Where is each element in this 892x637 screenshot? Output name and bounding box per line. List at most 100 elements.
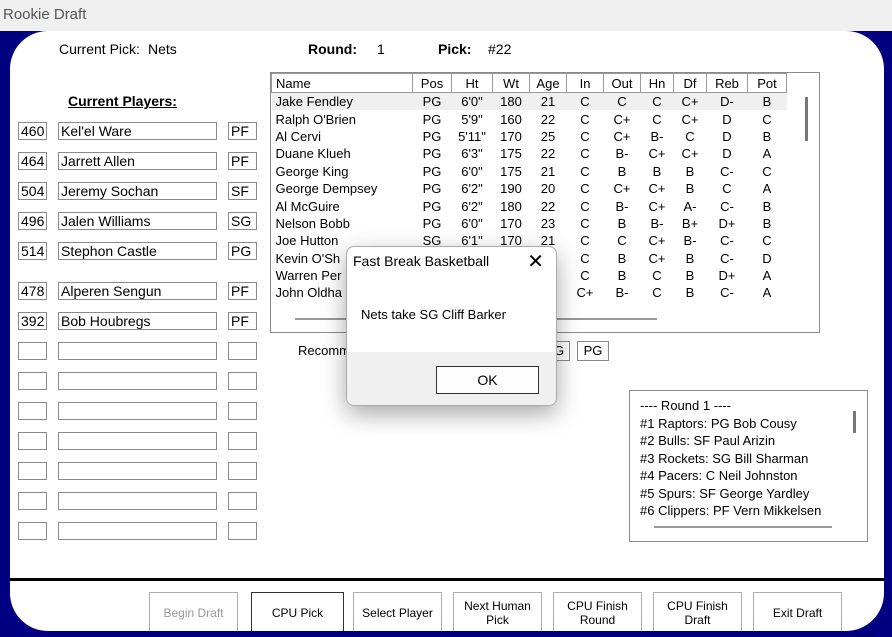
- empty-rating-slot: [18, 432, 47, 450]
- cell-pos: PG: [422, 163, 442, 179]
- current-pick-label: Current Pick:: [59, 41, 140, 57]
- exit-draft-button[interactable]: Exit Draft: [753, 592, 842, 631]
- column-header-pot[interactable]: Pot: [747, 73, 787, 93]
- draft-log-vertical-scrollbar[interactable]: [853, 411, 856, 433]
- cpu-finish-draft-button[interactable]: CPU Finish Draft: [653, 592, 742, 631]
- column-header-pos[interactable]: Pos: [412, 73, 452, 93]
- player-name[interactable]: Jeremy Sochan: [58, 182, 217, 200]
- player-name[interactable]: Stephon Castle: [58, 242, 217, 260]
- cell-ht: 6'2": [461, 198, 483, 214]
- draft-log-line: #4 Pacers: C Neil Johnston: [640, 468, 798, 483]
- player-name[interactable]: Bob Houbregs: [58, 312, 217, 330]
- cell-ht: 5'11": [458, 128, 486, 144]
- cell-hn: C: [652, 268, 662, 284]
- recommend-position-button-pg[interactable]: PG: [577, 341, 609, 361]
- empty-player-slot[interactable]: [58, 342, 217, 360]
- column-header-df[interactable]: Df: [673, 73, 707, 93]
- draft-pool-row[interactable]: George King PG 6'0" 175 21 C B B B C- C: [272, 163, 787, 180]
- cell-reb: C-: [720, 198, 734, 214]
- cell-pos: PG: [422, 215, 442, 231]
- draft-pool-row[interactable]: Duane Klueh PG 6'3" 175 22 C B- C+ C+ D A: [272, 145, 787, 162]
- cell-hn: C: [652, 111, 662, 127]
- cell-in: C: [580, 94, 590, 110]
- column-header-wt[interactable]: Wt: [492, 73, 530, 93]
- cell-pot: B: [762, 198, 772, 214]
- draft-pool-row[interactable]: Ralph O'Brien PG 5'9" 160 22 C C+ C C+ D C: [272, 110, 787, 127]
- column-header-age[interactable]: Age: [529, 73, 567, 93]
- empty-position-slot: [228, 402, 257, 420]
- column-header-out[interactable]: Out: [603, 73, 641, 93]
- cell-ht: 6'2": [461, 181, 483, 197]
- empty-player-slot[interactable]: [58, 372, 217, 390]
- player-rating: 504: [18, 182, 47, 200]
- player-rating: 478: [18, 282, 47, 300]
- cell-reb: C-: [720, 250, 734, 266]
- draft-log-listbox[interactable]: ---- Round 1 ---- #1 Raptors: PG Bob Cous…: [629, 390, 868, 542]
- player-name[interactable]: Jalen Williams: [58, 212, 217, 230]
- cell-out: C: [617, 94, 627, 110]
- select-player-button[interactable]: Select Player: [353, 592, 442, 631]
- empty-player-slot[interactable]: [58, 462, 217, 480]
- column-header-in[interactable]: In: [566, 73, 604, 93]
- cell-reb: C-: [720, 163, 734, 179]
- cell-wt: 170: [500, 215, 522, 231]
- cell-pot: A: [762, 285, 772, 301]
- close-icon[interactable]: ✕: [527, 249, 544, 274]
- draft-pool-row[interactable]: George Dempsey PG 6'2" 190 20 C C+ C+ B C A: [272, 180, 787, 197]
- cell-age: 21: [540, 94, 556, 110]
- cell-name: Al Cervi: [275, 128, 322, 144]
- draft-pool-vertical-scrollbar[interactable]: [805, 97, 808, 141]
- cell-ht: 5'9": [461, 111, 483, 127]
- cell-name: Al McGuire: [275, 198, 340, 214]
- cell-reb: D: [722, 146, 732, 162]
- ok-button[interactable]: OK: [436, 366, 539, 394]
- cell-hn: C+: [648, 146, 666, 162]
- cell-df: B+: [681, 215, 699, 231]
- cell-in: C: [580, 128, 590, 144]
- column-header-reb[interactable]: Reb: [706, 73, 748, 93]
- draft-log-horizontal-scrollbar[interactable]: [654, 526, 832, 528]
- column-header-name[interactable]: Name: [271, 73, 413, 93]
- cell-out: C+: [613, 111, 631, 127]
- cell-pos: PG: [422, 146, 442, 162]
- button-bar-divider: [10, 578, 884, 581]
- next-human-pick-button[interactable]: Next Human Pick: [453, 592, 542, 631]
- cell-pot: C: [762, 163, 772, 179]
- cell-in: C+: [576, 285, 594, 301]
- player-name[interactable]: Kel'el Ware: [58, 122, 217, 140]
- player-name[interactable]: Alperen Sengun: [58, 282, 217, 300]
- cell-name: Duane Klueh: [275, 146, 351, 162]
- draft-pool-row[interactable]: Jake Fendley PG 6'0" 180 21 C C C C+ D- B: [271, 92, 787, 111]
- cell-df: B-: [683, 233, 697, 249]
- cell-reb: D+: [718, 215, 736, 231]
- cell-age: 22: [540, 146, 556, 162]
- cell-out: B-: [615, 146, 629, 162]
- cell-hn: C+: [648, 233, 666, 249]
- pick-value: #22: [488, 41, 512, 57]
- draft-pool-row[interactable]: Al Cervi PG 5'11" 170 25 C C+ B- C D B: [272, 128, 787, 145]
- player-name[interactable]: Jarrett Allen: [58, 152, 217, 170]
- cell-out: B: [617, 215, 627, 231]
- cell-out: B-: [615, 285, 629, 301]
- cell-df: A-: [683, 198, 697, 214]
- cell-pos: PG: [422, 181, 442, 197]
- empty-player-slot[interactable]: [58, 492, 217, 510]
- cpu-finish-round-button[interactable]: CPU Finish Round: [553, 592, 642, 631]
- cell-in: C: [580, 250, 590, 266]
- column-header-hn[interactable]: Hn: [640, 73, 674, 93]
- empty-rating-slot: [18, 492, 47, 510]
- cell-wt: 170: [500, 128, 522, 144]
- cell-reb: D+: [718, 268, 736, 284]
- empty-player-slot[interactable]: [58, 522, 217, 540]
- cell-in: C: [580, 215, 590, 231]
- cell-pot: B: [762, 128, 772, 144]
- empty-player-slot[interactable]: [58, 432, 217, 450]
- column-header-ht[interactable]: Ht: [451, 73, 493, 93]
- draft-pool-row[interactable]: Nelson Bobb PG 6'0" 170 23 C B B- B+ D+ B: [272, 215, 787, 232]
- begin-draft-button[interactable]: Begin Draft: [149, 592, 238, 631]
- cpu-pick-button[interactable]: CPU Pick: [251, 592, 344, 631]
- cell-reb: C-: [720, 233, 734, 249]
- dialog-title: Fast Break Basketball: [353, 253, 490, 269]
- draft-pool-row[interactable]: Al McGuire PG 6'2" 180 22 C B- C+ A- C- B: [272, 197, 787, 214]
- empty-player-slot[interactable]: [58, 402, 217, 420]
